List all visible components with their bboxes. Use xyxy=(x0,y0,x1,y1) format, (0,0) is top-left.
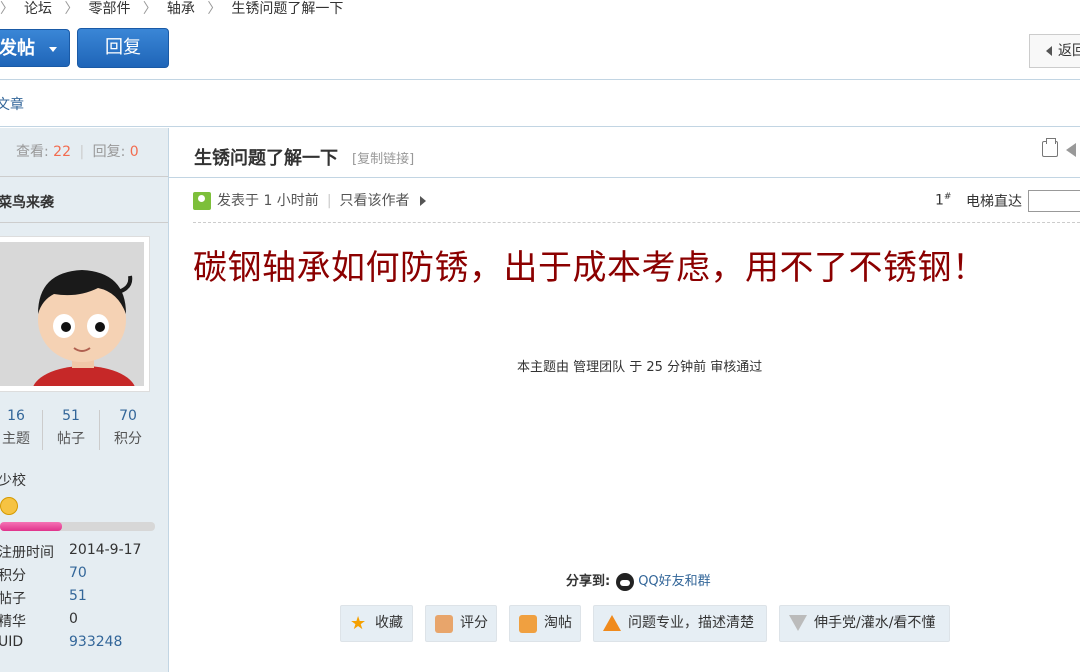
share-label: 分享到: xyxy=(566,574,611,589)
down-arrow-icon xyxy=(789,615,807,631)
info-digest: 精华 0 xyxy=(0,611,78,631)
breadcrumb-separator: 〉 xyxy=(142,1,157,17)
floor-number: 1# xyxy=(935,192,951,209)
divider xyxy=(42,410,43,450)
page-title: 生锈问题了解一下 xyxy=(194,148,338,169)
post-meta: 发表于 1 小时前 | 只看该作者 xyxy=(193,190,426,210)
divider xyxy=(0,126,1080,127)
back-label: 返回 xyxy=(1058,43,1080,59)
info-value: 0 xyxy=(69,611,78,627)
views-count: 22 xyxy=(53,144,71,160)
author-rank[interactable]: 少校 xyxy=(0,470,26,490)
views-label: 查看: xyxy=(16,144,49,160)
posts-label: 帖子 xyxy=(57,431,85,447)
chevron-right-icon xyxy=(419,196,426,206)
star-icon: ★ xyxy=(350,613,367,634)
author-name[interactable]: 菜鸟来袭 xyxy=(0,192,54,212)
replies-label: 回复: xyxy=(92,144,126,160)
collect-label: 淘帖 xyxy=(544,615,572,631)
points-count: 70 xyxy=(119,408,137,424)
info-label: 积分 xyxy=(0,568,26,584)
info-uid: UID 933248 xyxy=(0,634,122,650)
posts-stat[interactable]: 51 帖子 xyxy=(45,408,97,448)
jump-floor-input[interactable] xyxy=(1028,190,1080,212)
info-points: 积分 70 xyxy=(0,565,87,585)
divider xyxy=(99,410,100,450)
divider xyxy=(0,176,168,177)
new-post-button[interactable]: 发帖 xyxy=(0,29,70,67)
share-row: 分享到: QQ好友和群 xyxy=(566,570,711,591)
reply-button[interactable]: 回复 xyxy=(77,28,169,68)
up-arrow-icon xyxy=(603,615,621,631)
back-button[interactable]: 返回 xyxy=(1029,34,1080,68)
tao-icon xyxy=(519,615,537,633)
rate-label: 评分 xyxy=(460,615,488,631)
points-label: 积分 xyxy=(114,431,142,447)
only-author-link[interactable]: 只看该作者 xyxy=(340,193,410,209)
print-icon[interactable] xyxy=(1042,138,1058,157)
breadcrumb-separator: 〉 xyxy=(0,1,14,17)
breadcrumb-separator: 〉 xyxy=(64,1,79,17)
thumb-icon xyxy=(435,615,453,633)
rank-progress-fill xyxy=(0,522,62,531)
threads-count: 16 xyxy=(7,408,25,424)
info-label: 帖子 xyxy=(0,591,26,607)
info-value[interactable]: 933248 xyxy=(69,634,122,650)
threads-stat[interactable]: 16 主题 xyxy=(0,408,42,448)
breadcrumb-parts[interactable]: 零部件 xyxy=(88,0,130,18)
rate-button[interactable]: 评分 xyxy=(425,605,497,642)
stats-divider: | xyxy=(79,144,85,160)
new-post-label: 发帖 xyxy=(0,38,35,59)
avatar[interactable] xyxy=(0,236,150,392)
oppose-button[interactable]: 伸手党/灌水/看不懂 xyxy=(779,605,950,642)
posts-count: 51 xyxy=(62,408,80,424)
floor-symbol: # xyxy=(943,192,952,202)
oppose-label: 伸手党/灌水/看不懂 xyxy=(814,615,936,631)
divider xyxy=(193,222,1080,223)
divider xyxy=(0,222,168,223)
points-stat[interactable]: 70 积分 xyxy=(102,408,154,448)
post-time: 发表于 1 小时前 xyxy=(217,193,319,209)
avatar-image xyxy=(0,242,144,386)
support-button[interactable]: 问题专业，描述清楚 xyxy=(593,605,767,642)
breadcrumb-bearing[interactable]: 轴承 xyxy=(167,0,195,18)
review-note: 本主题由 管理团队 于 25 分钟前 审核通过 xyxy=(517,360,763,375)
info-label: 注册时间 xyxy=(0,545,54,561)
info-label: UID xyxy=(0,634,24,650)
replies-count: 0 xyxy=(129,144,139,160)
favorite-label: 收藏 xyxy=(375,615,403,631)
breadcrumb-forum[interactable]: 论坛 xyxy=(24,0,52,18)
info-value: 2014-9-17 xyxy=(69,542,142,558)
smile-icon xyxy=(0,497,18,515)
favorite-button[interactable]: ★ 收藏 xyxy=(340,605,413,642)
online-user-icon xyxy=(193,192,211,210)
floor-value: 1 xyxy=(935,192,944,209)
copy-link-button[interactable]: [复制链接] xyxy=(352,148,414,167)
thread-stats: 查看: 22 | 回复: 0 xyxy=(16,141,139,161)
jump-label: 电梯直达 xyxy=(966,194,1022,210)
back-arrow-icon xyxy=(1046,46,1052,56)
divider xyxy=(0,79,1080,80)
back-arrow-icon[interactable] xyxy=(1066,143,1076,157)
share-qq-link[interactable]: QQ好友和群 xyxy=(638,574,710,589)
breadcrumb-current: 生锈问题了解一下 xyxy=(231,1,344,17)
post-body: 碳钢轴承如何防锈，出于成本考虑，用不了不锈钢！ xyxy=(193,248,987,288)
qq-icon xyxy=(616,572,635,591)
threads-label: 主题 xyxy=(2,431,30,447)
rank-progress-bar xyxy=(0,522,155,531)
info-value[interactable]: 51 xyxy=(69,588,87,604)
breadcrumb-separator: 〉 xyxy=(207,1,222,17)
breadcrumb: 〉论坛 〉零部件 〉轴承 〉生锈问题了解一下 xyxy=(0,0,351,18)
article-link[interactable]: 文章 xyxy=(0,94,24,114)
info-value[interactable]: 70 xyxy=(69,565,87,581)
info-label: 精华 xyxy=(0,614,26,630)
info-register: 注册时间 2014-9-17 xyxy=(0,542,141,562)
info-posts: 帖子 51 xyxy=(0,588,87,608)
support-label: 问题专业，描述清楚 xyxy=(628,615,754,631)
chevron-down-icon xyxy=(49,46,57,52)
collect-thread-button[interactable]: 淘帖 xyxy=(509,605,581,642)
meta-divider: | xyxy=(326,193,332,209)
cartoon-boy-icon xyxy=(0,242,144,386)
